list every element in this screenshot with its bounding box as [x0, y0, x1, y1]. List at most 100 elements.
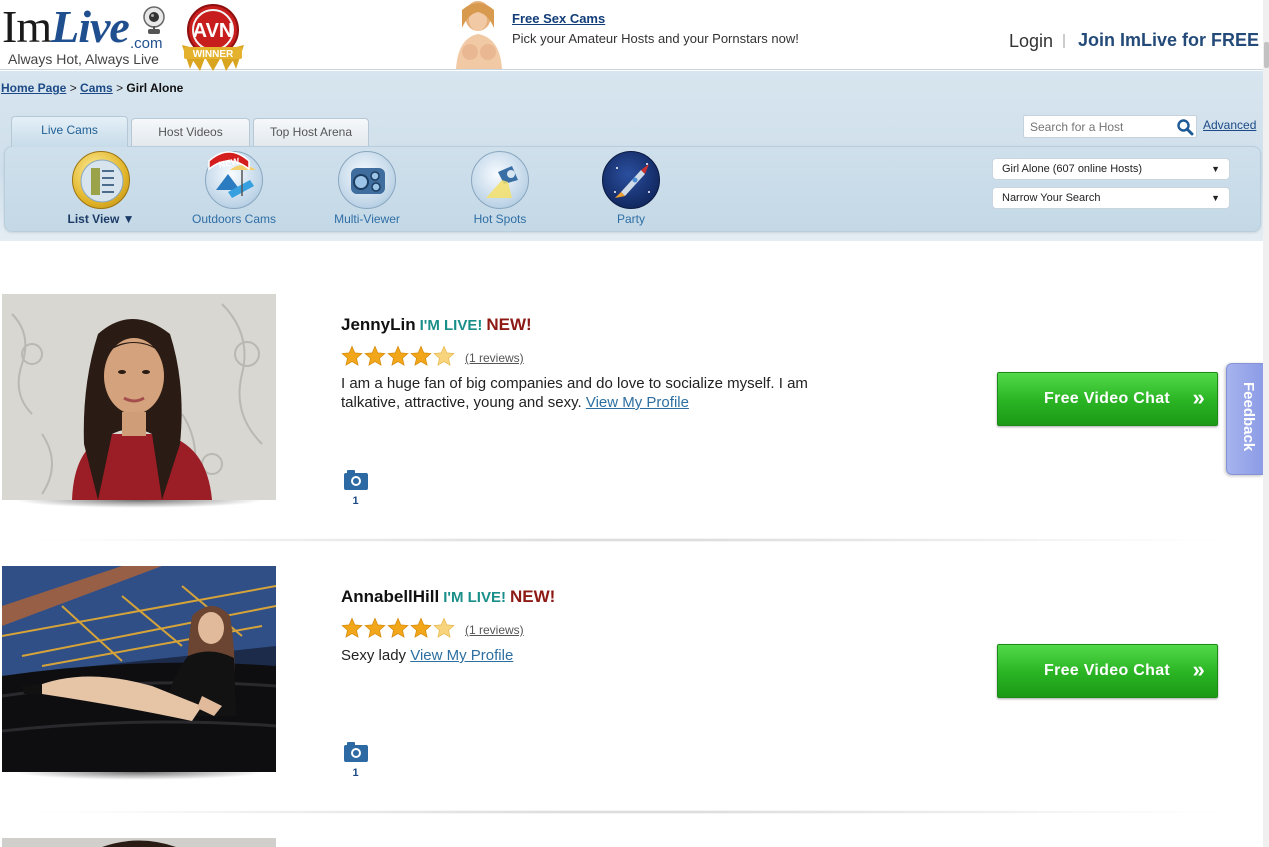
- double-chevron-right-icon: »: [1192, 657, 1205, 682]
- tab-live-cams[interactable]: Live Cams: [11, 116, 128, 147]
- star-icon: [341, 617, 363, 638]
- free-sex-cams-link[interactable]: Free Sex Cams: [512, 11, 605, 26]
- promo-banner[interactable]: Free Sex Cams Pick your Amateur Hosts an…: [448, 0, 868, 70]
- breadcrumb-separator: >: [112, 81, 127, 95]
- list-view-icon: [72, 151, 130, 209]
- host-photo[interactable]: [2, 566, 276, 772]
- host-name[interactable]: AnnabellHill: [341, 587, 439, 606]
- new-badge: NEW: [208, 151, 250, 171]
- logo-domain: .com: [130, 35, 163, 52]
- photo-count-number: 1: [352, 767, 359, 779]
- star-icon: [364, 617, 386, 638]
- category-select-value: Girl Alone (607 online Hosts): [1002, 163, 1143, 175]
- page-scrollbar[interactable]: [1263, 0, 1269, 847]
- rocket-icon: [602, 151, 660, 209]
- logo-tagline: Always Hot, Always Live: [8, 51, 159, 67]
- host-photo[interactable]: [2, 838, 276, 847]
- host-photo[interactable]: [2, 294, 276, 500]
- chevron-down-icon: ▼: [1211, 164, 1220, 174]
- listing-divider: [20, 810, 1240, 814]
- site-header: ImLive .com Always Hot, Always Live AVN …: [0, 0, 1269, 71]
- header-separator: [1063, 34, 1065, 48]
- half-star-icon: [433, 345, 455, 366]
- view-hot-spots[interactable]: Hot Spots: [440, 151, 560, 226]
- photo-count[interactable]: 1: [343, 470, 368, 507]
- feedback-label: Feedback: [1240, 382, 1257, 452]
- star-icon: [410, 345, 432, 366]
- star-icon: [341, 345, 363, 366]
- chevron-down-icon: ▼: [1211, 193, 1220, 203]
- view-multi-viewer-label: Multi-Viewer: [334, 212, 400, 226]
- view-list-label: List View ▼: [67, 212, 135, 226]
- svg-text:AVN: AVN: [193, 20, 234, 42]
- view-profile-link[interactable]: View My Profile: [586, 394, 689, 411]
- star-icon: [387, 617, 409, 638]
- feedback-tab[interactable]: Feedback: [1226, 363, 1263, 475]
- chat-button-label: Free Video Chat: [1044, 390, 1171, 407]
- join-free-link[interactable]: Join ImLive for FREE: [1078, 30, 1259, 51]
- half-star-icon: [433, 617, 455, 638]
- view-party-label: Party: [616, 212, 645, 226]
- scrollbar-thumb[interactable]: [1264, 42, 1269, 68]
- photo-count[interactable]: 1: [343, 742, 368, 779]
- camera-icon: [343, 470, 368, 490]
- category-select[interactable]: Girl Alone (607 online Hosts) ▼: [992, 158, 1230, 180]
- view-party[interactable]: Party: [571, 151, 691, 226]
- host-name[interactable]: JennyLin: [341, 315, 416, 334]
- view-outdoors[interactable]: NEW Outdoors Cams: [174, 151, 294, 226]
- breadcrumb-separator: >: [66, 81, 81, 95]
- host-bio-text: I am a huge fan of big companies and do …: [341, 375, 808, 411]
- host-bio: Sexy lady View My Profile: [341, 646, 861, 665]
- free-video-chat-button[interactable]: Free Video Chat »: [997, 372, 1218, 426]
- host-title: JennyLin I'M LIVE! NEW!: [341, 315, 532, 335]
- rating-stars: [341, 617, 455, 639]
- host-search-input[interactable]: [1024, 116, 1172, 137]
- star-icon: [410, 617, 432, 638]
- breadcrumb-cams[interactable]: Cams: [80, 81, 113, 95]
- webcam-icon: [143, 6, 165, 34]
- view-list[interactable]: List View ▼: [41, 151, 161, 226]
- photo-shadow: [14, 772, 264, 780]
- camera-icon: [343, 742, 368, 762]
- view-mode-panel: List View ▼ NEW Outdoors Cams Multi-View…: [4, 146, 1261, 232]
- star-icon: [364, 345, 386, 366]
- host-title: AnnabellHill I'M LIVE! NEW!: [341, 587, 555, 607]
- view-outdoors-label: Outdoors Cams: [191, 212, 277, 226]
- photo-count-number: 1: [352, 495, 359, 507]
- avn-winner-badge: AVN WINNER: [182, 4, 244, 71]
- host-search: [1023, 115, 1197, 138]
- new-badge: NEW!: [509, 587, 556, 606]
- live-status: I'M LIVE!: [419, 317, 483, 334]
- breadcrumb-current: Girl Alone: [126, 81, 184, 95]
- live-status: I'M LIVE!: [443, 589, 506, 606]
- chat-button-label: Free Video Chat: [1044, 662, 1171, 679]
- view-multi-viewer[interactable]: Multi-Viewer: [307, 151, 427, 226]
- imlive-logo[interactable]: ImLive .com Always Hot, Always Live: [2, 2, 172, 68]
- host-bio: I am a huge fan of big companies and do …: [341, 374, 861, 412]
- rating-stars: [341, 345, 455, 367]
- double-chevron-right-icon: »: [1192, 385, 1205, 410]
- breadcrumb-home[interactable]: Home Page: [1, 81, 66, 95]
- tab-top-host-arena[interactable]: Top Host Arena: [253, 118, 369, 146]
- search-icon[interactable]: [1176, 118, 1194, 136]
- host-listing: JennyLin I'M LIVE! NEW! (1 reviews) I am a…: [0, 294, 1269, 566]
- multi-viewer-icon: [338, 151, 396, 209]
- login-link[interactable]: Login: [1009, 31, 1053, 52]
- promo-thumbnail: [448, 0, 504, 69]
- view-profile-link[interactable]: View My Profile: [410, 647, 513, 664]
- host-listing: AnnabellHill I'M LIVE! NEW! (1 reviews) Se…: [0, 566, 1269, 838]
- navigation-area: Home Page > Cams > Girl Alone Live Cams …: [0, 71, 1269, 241]
- promo-subtitle: Pick your Amateur Hosts and your Pornsta…: [512, 31, 799, 46]
- advanced-search-link[interactable]: Advanced: [1203, 118, 1256, 132]
- narrow-search-select[interactable]: Narrow Your Search ▼: [992, 187, 1230, 209]
- reviews-link[interactable]: (1 reviews): [465, 623, 524, 637]
- free-video-chat-button[interactable]: Free Video Chat »: [997, 644, 1218, 698]
- tab-host-videos[interactable]: Host Videos: [131, 118, 250, 146]
- photo-shadow: [14, 500, 264, 508]
- star-icon: [387, 345, 409, 366]
- listing-divider: [20, 538, 1240, 542]
- reviews-link[interactable]: (1 reviews): [465, 351, 524, 365]
- spotlight-icon: [471, 151, 529, 209]
- view-hot-spots-label: Hot Spots: [473, 212, 527, 226]
- logo-wordmark: ImLive: [2, 1, 130, 52]
